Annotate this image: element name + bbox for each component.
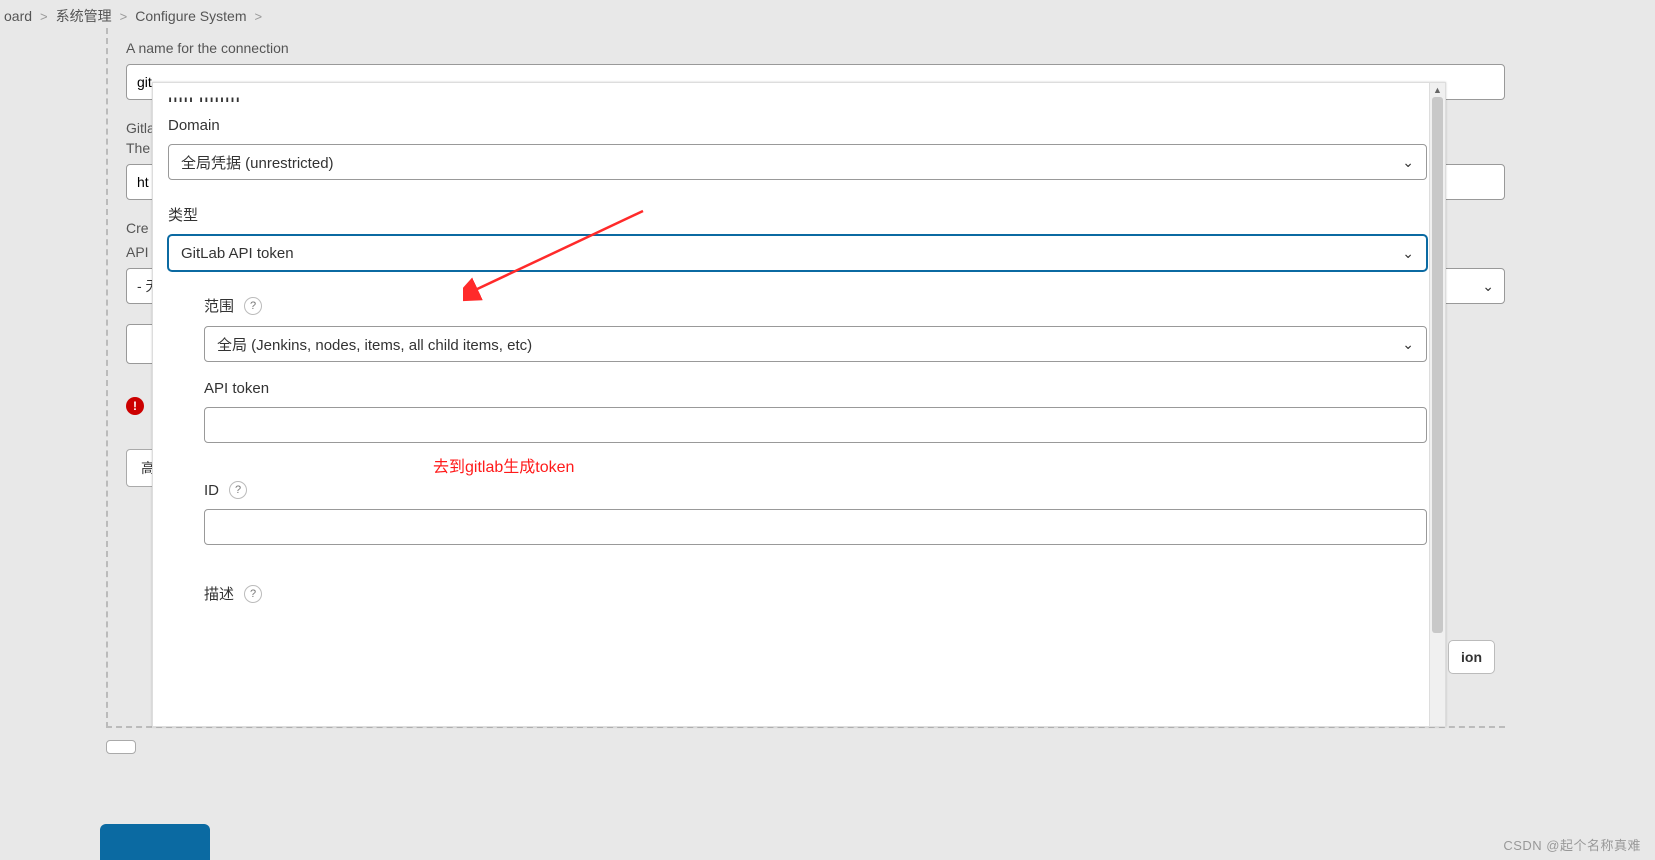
- connection-name-label: A name for the connection: [126, 40, 1505, 56]
- api-token-label: API token: [204, 380, 1427, 397]
- id-label: ID: [204, 482, 219, 499]
- help-icon[interactable]: ?: [244, 297, 262, 315]
- select-value: 全局凭据 (unrestricted): [181, 152, 334, 173]
- chevron-down-icon: ⌄: [1402, 154, 1414, 171]
- chevron-right-icon: >: [120, 9, 128, 24]
- credentials-modal: ▲ יייייייי ייייי Domain 全局凭据 (unrestrict…: [152, 82, 1446, 727]
- breadcrumb-item[interactable]: 系统管理: [56, 6, 112, 26]
- type-select[interactable]: GitLab API token ⌄: [168, 235, 1427, 271]
- error-icon: !: [126, 397, 144, 415]
- breadcrumb-item[interactable]: oard: [4, 8, 32, 24]
- scroll-up-icon[interactable]: ▲: [1429, 83, 1445, 97]
- api-token-input[interactable]: [204, 407, 1427, 443]
- help-icon[interactable]: ?: [229, 481, 247, 499]
- description-label: 描述: [204, 583, 234, 604]
- chevron-down-icon: ⌄: [1402, 336, 1414, 353]
- select-value: GitLab API token: [181, 245, 294, 262]
- scrollbar-thumb[interactable]: [1432, 97, 1443, 633]
- scope-select[interactable]: 全局 (Jenkins, nodes, items, all child ite…: [204, 326, 1427, 362]
- breadcrumb-item[interactable]: Configure System: [135, 8, 246, 24]
- chevron-right-icon: >: [255, 9, 263, 24]
- scope-label: 范围: [204, 295, 234, 316]
- domain-select[interactable]: 全局凭据 (unrestricted) ⌄: [168, 144, 1427, 180]
- api-token-note: 去到gitlab生成token: [433, 453, 574, 477]
- watermark: CSDN @起个名称真难: [1503, 835, 1641, 854]
- modal-header: יייייייי ייייי: [168, 93, 1427, 109]
- bottom-button[interactable]: [106, 740, 136, 754]
- type-label: 类型: [168, 204, 1427, 225]
- chevron-down-icon: ⌄: [1402, 245, 1414, 262]
- ion-button[interactable]: ion: [1448, 640, 1495, 674]
- domain-label: Domain: [168, 117, 1427, 134]
- scrollbar[interactable]: [1429, 97, 1445, 726]
- help-icon[interactable]: ?: [244, 585, 262, 603]
- chevron-down-icon: ⌄: [1482, 278, 1494, 295]
- id-input[interactable]: [204, 509, 1427, 545]
- select-value: 全局 (Jenkins, nodes, items, all child ite…: [217, 334, 532, 355]
- chevron-right-icon: >: [40, 9, 48, 24]
- save-button[interactable]: [100, 824, 210, 860]
